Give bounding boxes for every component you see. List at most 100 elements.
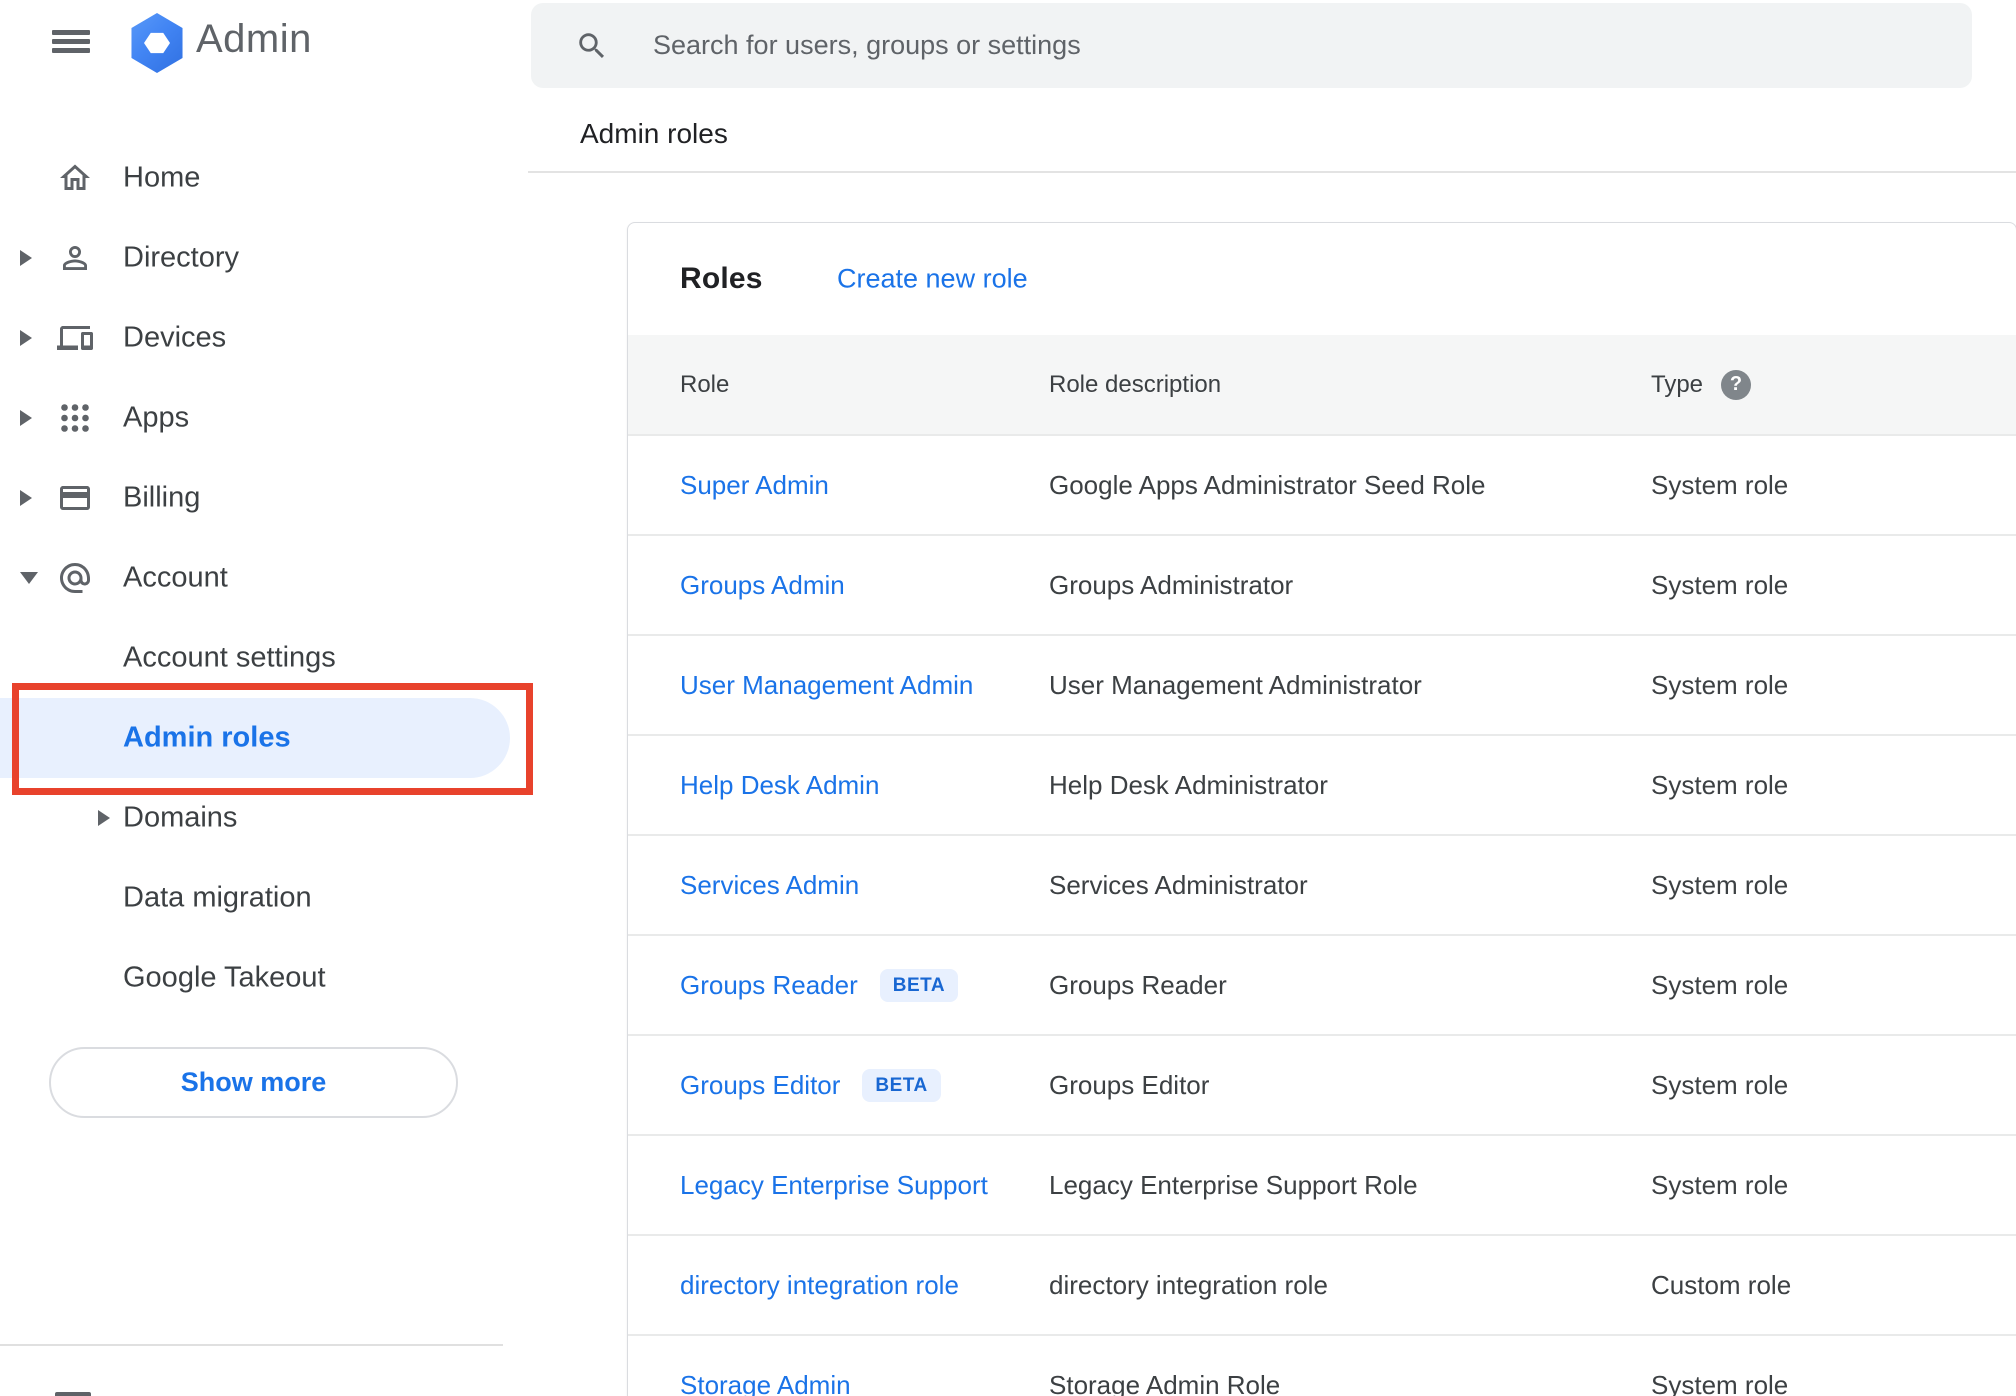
sidebar-item-account-settings[interactable]: Account settings — [0, 618, 528, 698]
role-type: System role — [1651, 769, 1789, 800]
home-icon — [57, 160, 93, 196]
table-row: Groups Editor BETA Groups Editor System rol… — [628, 1036, 2016, 1136]
sidebar-item-label: Admin roles — [123, 721, 291, 754]
role-description: Groups Reader — [1049, 969, 1227, 1000]
role-description: Groups Editor — [1049, 1069, 1210, 1100]
role-cell: Help Desk Admin — [628, 770, 1049, 801]
role-description: Services Administrator — [1049, 869, 1308, 900]
breadcrumb: Admin roles — [580, 118, 728, 149]
role-link[interactable]: Groups Editor — [680, 1070, 840, 1101]
role-description: Legacy Enterprise Support Role — [1049, 1169, 1418, 1200]
column-header-role-description: Role description — [1049, 370, 1222, 398]
sidebar-item-label: Account — [123, 561, 228, 594]
sidebar-item-label: Domains — [123, 801, 238, 834]
role-type: System role — [1651, 1369, 1789, 1396]
create-new-role-link[interactable]: Create new role — [837, 264, 1028, 295]
role-type: System role — [1651, 469, 1789, 500]
sidebar-item-data-migration[interactable]: Data migration — [0, 858, 528, 938]
apps-grid-icon — [57, 400, 93, 436]
role-type: System role — [1651, 669, 1789, 700]
chevron-right-icon[interactable] — [98, 810, 110, 826]
chevron-right-icon[interactable] — [20, 490, 32, 506]
chevron-down-icon[interactable] — [20, 572, 38, 584]
role-link[interactable]: Legacy Enterprise Support — [680, 1170, 988, 1201]
role-description: Help Desk Administrator — [1049, 769, 1328, 800]
show-more-button[interactable]: Show more — [49, 1047, 458, 1118]
role-cell: Groups Editor BETA — [628, 1068, 1049, 1102]
search-icon — [575, 29, 609, 63]
role-cell: Legacy Enterprise Support — [628, 1170, 1049, 1201]
table-row: Services Admin Services Administrator Syst… — [628, 836, 2016, 936]
sidebar-item-label: Account settings — [123, 641, 336, 674]
credit-card-icon — [57, 480, 93, 516]
role-cell: Storage Admin — [628, 1370, 1049, 1396]
role-type: System role — [1651, 569, 1789, 600]
column-header-type-label: Type — [1651, 370, 1704, 398]
menu-icon[interactable] — [52, 30, 90, 53]
search-input[interactable] — [651, 29, 1972, 62]
role-link[interactable]: Super Admin — [680, 470, 829, 501]
sidebar-item-billing[interactable]: Billing — [0, 458, 528, 538]
role-cell: User Management Admin — [628, 670, 1049, 701]
admin-logo-icon — [131, 13, 183, 73]
role-type: System role — [1651, 969, 1789, 1000]
sidebar-item-label: Directory — [123, 241, 240, 274]
chevron-right-icon[interactable] — [20, 410, 32, 426]
table-row: Legacy Enterprise Support Legacy Enterpri… — [628, 1136, 2016, 1236]
admin-logo-hole — [144, 32, 170, 54]
sidebar-item-google-takeout[interactable]: Google Takeout — [0, 938, 528, 1018]
at-sign-icon — [57, 560, 93, 596]
sidebar-item-domains[interactable]: Domains — [0, 778, 528, 858]
sidebar-item-directory[interactable]: Directory — [0, 218, 528, 298]
sidebar-divider — [0, 1344, 503, 1346]
table-row: directory integration role directory inte… — [628, 1236, 2016, 1336]
help-icon[interactable]: ? — [1721, 369, 1752, 400]
brand-title: Admin — [196, 17, 312, 61]
role-link[interactable]: Groups Reader — [680, 970, 858, 1001]
role-cell: Services Admin — [628, 870, 1049, 901]
sidebar-item-label: Apps — [123, 401, 190, 434]
role-type: System role — [1651, 1069, 1789, 1100]
table-header: Role Role description Type ? — [628, 335, 2016, 436]
table-row: Groups Admin Groups Administrator System r… — [628, 536, 2016, 636]
sidebar-item-label: Google Takeout — [123, 961, 326, 994]
role-link[interactable]: Help Desk Admin — [680, 770, 879, 801]
sidebar-item-label: Data migration — [123, 881, 312, 914]
person-icon — [57, 240, 93, 276]
sidebar-item-home[interactable]: Home — [0, 138, 528, 218]
devices-icon — [57, 320, 93, 356]
role-link[interactable]: directory integration role — [680, 1270, 959, 1301]
chevron-right-icon[interactable] — [20, 250, 32, 266]
table-row: Help Desk Admin Help Desk Administrator Sy… — [628, 736, 2016, 836]
sidebar-item-label: Devices — [123, 321, 227, 354]
sidebar: Admin Home Directory Devices Apps Billing Acc… — [0, 0, 533, 1396]
sidebar-item-account[interactable]: Account — [0, 538, 528, 618]
sidebar-item-apps[interactable]: Apps — [0, 378, 528, 458]
roles-card: Roles Create new role Role Role descript… — [627, 222, 2016, 1396]
role-link[interactable]: Storage Admin — [680, 1370, 851, 1396]
role-cell: Groups Admin — [628, 570, 1049, 601]
role-cell: directory integration role — [628, 1270, 1049, 1301]
page-divider — [528, 171, 2016, 173]
column-header-type: Type ? — [1651, 369, 2016, 400]
role-link[interactable]: Groups Admin — [680, 570, 845, 601]
sidebar-item-devices[interactable]: Devices — [0, 298, 528, 378]
role-link[interactable]: Services Admin — [680, 870, 859, 901]
sidebar-item-admin-roles[interactable]: Admin roles — [0, 698, 510, 778]
column-header-role: Role — [680, 370, 730, 398]
role-cell: Super Admin — [628, 470, 1049, 501]
search-bar — [531, 3, 1972, 88]
table-row: User Management Admin User Management Adm… — [628, 636, 2016, 736]
role-description: directory integration role — [1049, 1269, 1328, 1300]
chevron-right-icon[interactable] — [20, 330, 32, 346]
role-description: Storage Admin Role — [1049, 1369, 1281, 1396]
sidebar-nav: Home Directory Devices Apps Billing Account Ac… — [0, 138, 528, 1018]
role-cell: Groups Reader BETA — [628, 968, 1049, 1002]
role-type: System role — [1651, 1169, 1789, 1200]
card-header: Roles Create new role — [628, 223, 2016, 335]
role-link[interactable]: User Management Admin — [680, 670, 973, 701]
role-type: System role — [1651, 869, 1789, 900]
table-row: Groups Reader BETA Groups Reader System rol… — [628, 936, 2016, 1036]
sidebar-item-label: Home — [123, 161, 201, 194]
role-type: Custom role — [1651, 1269, 1792, 1300]
